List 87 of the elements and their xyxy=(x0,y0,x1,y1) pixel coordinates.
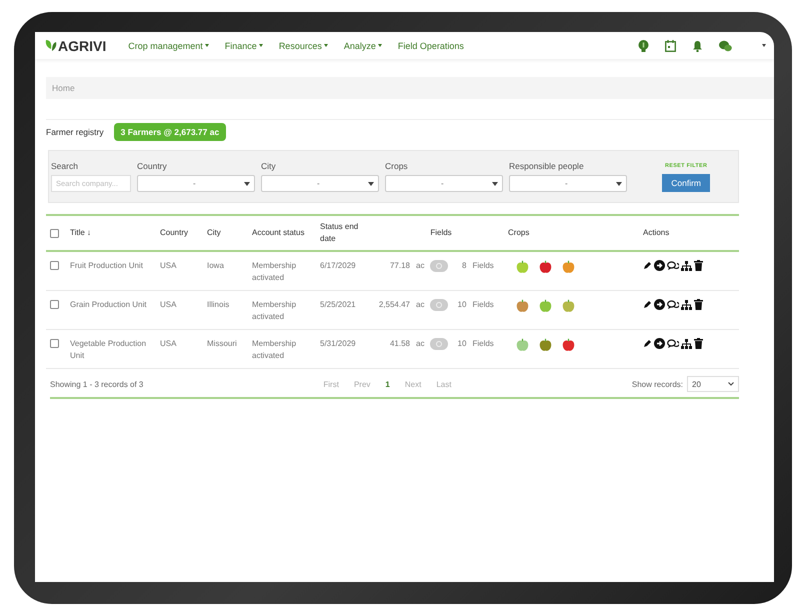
field-count: 8 xyxy=(461,260,466,272)
nav-menu-item[interactable]: Resources xyxy=(278,40,328,50)
hierarchy-icon[interactable] xyxy=(681,260,692,270)
fields-badge-icon xyxy=(430,299,448,311)
chevron-down-icon xyxy=(728,382,734,386)
column-header: Fields xyxy=(429,227,453,239)
fields-badge-icon xyxy=(430,260,448,272)
area-unit: ac xyxy=(416,299,424,311)
row-checkbox[interactable] xyxy=(50,261,59,270)
calendar-icon[interactable] xyxy=(665,40,676,52)
dropdown-select[interactable]: - xyxy=(385,175,503,192)
breadcrumb-link[interactable]: Home xyxy=(52,83,75,93)
country-cell-text: USA xyxy=(160,299,178,311)
title-cell-text: Vegetable Production Unit xyxy=(70,338,148,362)
dropdown-select[interactable]: - xyxy=(261,175,379,192)
area-value: 77.18 xyxy=(388,260,410,272)
area-unit: ac xyxy=(416,260,424,272)
column-header: Crops xyxy=(508,227,530,239)
city-cell-text: Missouri xyxy=(207,338,238,350)
field-count: 10 xyxy=(456,338,466,350)
chat-icon[interactable] xyxy=(667,338,679,348)
chat-bubbles-icon[interactable] xyxy=(719,40,732,52)
show-records-label: Show records: xyxy=(632,380,683,388)
field-count: 10 xyxy=(456,299,466,311)
caret-icon[interactable] xyxy=(762,44,766,47)
nav-menu-item[interactable]: Analyze xyxy=(344,40,382,50)
column-header: Account status xyxy=(252,227,306,239)
nav-menu-item[interactable]: Finance xyxy=(224,40,263,50)
date-cell-text: 5/31/2029 xyxy=(320,338,357,350)
hierarchy-icon[interactable] xyxy=(681,338,692,348)
trash-icon[interactable] xyxy=(694,299,703,310)
confirm-button[interactable]: Confirm xyxy=(662,174,710,192)
column-header: Country xyxy=(160,227,190,239)
filter-label: Search xyxy=(51,161,79,171)
country-cell-text: USA xyxy=(160,260,178,272)
pagination-link[interactable]: 1 xyxy=(385,380,390,388)
brand-name: AGRIVI xyxy=(58,38,106,54)
row-checkbox[interactable] xyxy=(50,339,59,348)
column-header[interactable]: Title ↓ xyxy=(70,227,160,239)
arrow-circle-icon[interactable] xyxy=(654,299,665,310)
dropdown-select[interactable]: - xyxy=(509,175,627,192)
date-cell-text: 6/17/2029 xyxy=(320,260,357,272)
hierarchy-icon[interactable] xyxy=(681,300,692,310)
arrow-circle-icon[interactable] xyxy=(654,338,665,349)
filter-label: Responsible people xyxy=(509,161,585,171)
title-cell-text: Grain Production Unit xyxy=(70,299,148,311)
fields-badge-icon xyxy=(430,338,448,350)
chat-icon[interactable] xyxy=(667,300,679,310)
city-cell-text: Illinois xyxy=(207,299,230,311)
status-cell-text: Membership activated xyxy=(252,299,298,323)
arrow-circle-icon[interactable] xyxy=(654,260,665,271)
filter-label: Crops xyxy=(385,161,409,171)
pencil-icon[interactable] xyxy=(643,261,652,270)
chat-icon[interactable] xyxy=(667,260,679,270)
records-summary: Showing 1 - 3 records of 3 xyxy=(50,380,144,388)
fields-label: Fields xyxy=(472,260,494,272)
filter-label: City xyxy=(261,161,277,171)
lightbulb-icon[interactable] xyxy=(638,40,649,52)
area-value: 2,554.47 xyxy=(378,299,410,311)
page-title: Farmer registry xyxy=(46,127,104,137)
pencil-icon[interactable] xyxy=(643,300,652,309)
leaf-logo-icon xyxy=(45,39,57,52)
title-cell-text: Fruit Production Unit xyxy=(70,260,144,272)
trash-icon[interactable] xyxy=(694,260,703,271)
column-header: Status end date xyxy=(320,221,360,245)
bell-icon[interactable] xyxy=(692,40,703,52)
status-cell-text: Membership activated xyxy=(252,338,298,362)
nav-menu-item[interactable]: Crop management xyxy=(128,40,209,50)
row-checkbox[interactable] xyxy=(50,300,59,309)
city-cell-text: Iowa xyxy=(207,260,225,272)
column-header: City xyxy=(207,227,222,239)
nav-menu-item[interactable]: Field Operations xyxy=(398,40,464,50)
records-per-page-select[interactable]: 20 xyxy=(687,376,739,392)
country-cell-text: USA xyxy=(160,338,178,350)
dropdown-select[interactable]: - xyxy=(137,175,255,192)
column-header: Actions xyxy=(643,227,670,239)
pencil-icon[interactable] xyxy=(643,339,652,348)
date-cell-text: 5/25/2021 xyxy=(320,299,357,311)
status-cell-text: Membership activated xyxy=(252,260,298,284)
filter-label: Country xyxy=(137,161,168,171)
area-unit: ac xyxy=(416,338,424,350)
summary-badge: 3 Farmers @ 2,673.77 ac xyxy=(114,123,226,141)
trash-icon[interactable] xyxy=(694,338,703,349)
select-all-checkbox[interactable] xyxy=(50,229,59,238)
fields-label: Fields xyxy=(472,299,494,311)
fields-label: Fields xyxy=(472,338,494,350)
area-value: 41.58 xyxy=(388,338,410,350)
